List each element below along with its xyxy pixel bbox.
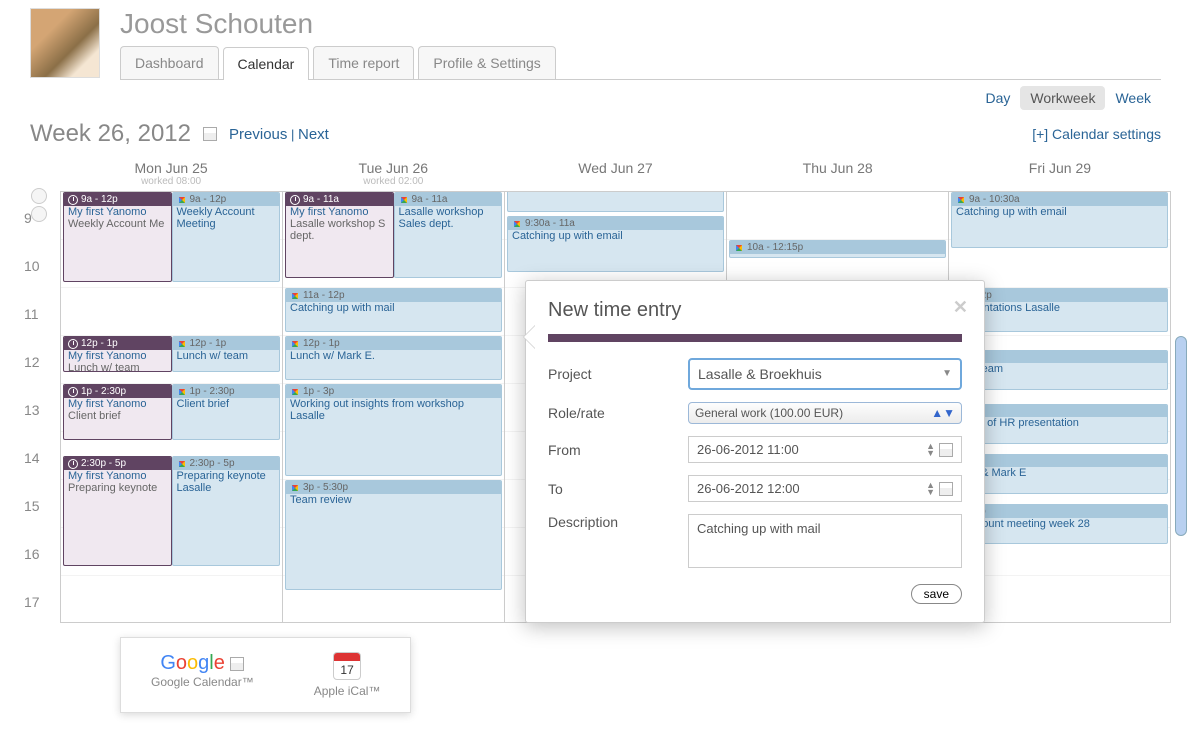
calendar-event[interactable]: 12p - 1pLunch w/ team <box>172 336 281 372</box>
description-label: Description <box>548 514 688 530</box>
hour-label: 14 <box>20 450 58 498</box>
calendar-event[interactable]: 2:30p - 5pMy first YanomoPreparing keyno… <box>63 456 172 566</box>
from-label: From <box>548 442 688 458</box>
google-calendar-label: Google Calendar™ <box>151 675 254 689</box>
calendar-event[interactable]: 2:30p - 5pPreparing keynote Lasalle <box>172 456 281 566</box>
calendar-event[interactable]: 12p - 1pLunch w/ Mark E. <box>285 336 502 380</box>
apple-ical-label: Apple iCal™ <box>314 684 381 698</box>
to-label: To <box>548 481 688 497</box>
clock-icon <box>68 339 78 349</box>
calendar-event[interactable]: 9a - 12pMy first YanomoWeekly Account Me <box>63 192 172 282</box>
calendar-event[interactable]: 1p - 2:30pClient brief <box>172 384 281 440</box>
calendar-event[interactable]: 8:30a - 9:30aCoffee with Jason <box>507 192 724 212</box>
tag-icon <box>958 197 964 203</box>
day-column-tue[interactable]: 9a - 11aMy first YanomoLasalle workshop … <box>283 192 505 622</box>
hour-label: 15 <box>20 498 58 546</box>
hour-label: 16 <box>20 546 58 594</box>
calendar-icon[interactable] <box>939 482 953 496</box>
calendar-event[interactable]: 9a - 10:30aCatching up with email <box>951 192 1168 248</box>
day-header: Tue Jun 26worked 02:00 <box>282 156 504 191</box>
modal-title: New time entry <box>548 299 962 322</box>
tag-icon <box>179 461 185 467</box>
hour-label: 17 <box>20 594 58 642</box>
project-combo[interactable]: Lasalle & Broekhuis <box>688 358 962 390</box>
day-header: Thu Jun 28 <box>727 156 949 191</box>
calendar-event[interactable]: 1p - 2:30pMy first YanomoClient brief <box>63 384 172 440</box>
day-header: Mon Jun 25worked 08:00 <box>60 156 282 191</box>
clock-icon <box>68 387 78 397</box>
close-icon[interactable]: ✕ <box>953 297 968 318</box>
calendar-event[interactable]: 11a - 12pCatching up with mail <box>285 288 502 332</box>
view-day[interactable]: Day <box>975 86 1020 110</box>
clock-icon <box>68 459 78 469</box>
from-datetime-input[interactable]: 26-06-2012 11:00▲▼ <box>688 436 962 463</box>
avatar <box>30 8 100 78</box>
role-label: Role/rate <box>548 405 688 421</box>
tab-calendar[interactable]: Calendar <box>223 47 310 80</box>
tab-time-report[interactable]: Time report <box>313 46 414 79</box>
tag-icon <box>179 341 185 347</box>
tag-icon <box>292 293 298 299</box>
tag-icon <box>736 245 742 251</box>
day-column-mon[interactable]: 9a - 12pMy first YanomoWeekly Account Me… <box>61 192 283 622</box>
hour-label: 11 <box>20 306 58 354</box>
hour-label: 9 <box>20 210 58 258</box>
new-time-entry-modal: ✕ New time entry Project Lasalle & Broek… <box>525 280 985 623</box>
calendar-event[interactable]: 9a - 11aLasalle workshop Sales dept. <box>394 192 503 278</box>
integrations-popup: Google Google Calendar™ Apple iCal™ <box>120 637 411 713</box>
role-select[interactable]: General work (100.00 EUR) ▲▼ <box>688 402 962 424</box>
calendar-event[interactable]: 9a - 11aMy first YanomoLasalle workshop … <box>285 192 394 278</box>
tab-dashboard[interactable]: Dashboard <box>120 46 219 79</box>
tag-icon <box>401 197 407 203</box>
calendar-event[interactable]: 12p - 1pMy first YanomoLunch w/ team <box>63 336 172 372</box>
google-calendar-link[interactable]: Google Google Calendar™ <box>151 652 254 698</box>
tag-icon <box>292 485 298 491</box>
modal-accent-bar <box>548 334 962 342</box>
view-workweek[interactable]: Workweek <box>1020 86 1105 110</box>
week-title: Week 26, 2012 <box>30 120 191 148</box>
tag-icon <box>514 221 520 227</box>
prev-week-link[interactable]: Previous <box>229 126 287 143</box>
main-tabs: DashboardCalendarTime reportProfile & Se… <box>120 46 1161 80</box>
description-textarea[interactable]: Catching up with mail <box>688 514 962 568</box>
calendar-event[interactable]: 9:30a - 11aCatching up with email <box>507 216 724 272</box>
tab-profile-settings[interactable]: Profile & Settings <box>418 46 555 79</box>
tag-icon <box>292 341 298 347</box>
tag-icon <box>292 389 298 395</box>
calendar-event[interactable]: 9a - 12pWeekly Account Meeting <box>172 192 281 282</box>
clock-icon <box>68 195 78 205</box>
next-week-link[interactable]: Next <box>298 126 329 143</box>
day-header: Fri Jun 29 <box>949 156 1171 191</box>
calendar-settings-link[interactable]: [+] Calendar settings <box>1032 126 1161 142</box>
day-header: Wed Jun 27 <box>504 156 726 191</box>
tag-icon <box>179 389 185 395</box>
to-datetime-input[interactable]: 26-06-2012 12:00▲▼ <box>688 475 962 502</box>
clock-icon <box>290 195 300 205</box>
calendar-event[interactable]: 1p - 3pWorking out insights from worksho… <box>285 384 502 476</box>
hour-label: 13 <box>20 402 58 450</box>
save-button[interactable]: save <box>911 584 962 604</box>
vertical-scrollbar[interactable] <box>1175 336 1187 536</box>
calendar-event[interactable]: 3p - 5:30pTeam review <box>285 480 502 590</box>
calendar-picker-icon[interactable] <box>203 127 217 141</box>
calendar-icon[interactable] <box>939 443 953 457</box>
hour-label: 10 <box>20 258 58 306</box>
hour-label: 12 <box>20 354 58 402</box>
calendar-event[interactable]: 10a - 12:15p <box>729 240 946 258</box>
tag-icon <box>179 197 185 203</box>
project-label: Project <box>548 366 688 382</box>
apple-ical-link[interactable]: Apple iCal™ <box>314 652 381 698</box>
ical-icon <box>333 652 361 680</box>
view-week[interactable]: Week <box>1105 86 1161 110</box>
zoom-in-icon[interactable] <box>31 188 47 204</box>
user-name: Joost Schouten <box>120 8 1161 40</box>
view-switch: DayWorkweekWeek <box>975 86 1161 110</box>
